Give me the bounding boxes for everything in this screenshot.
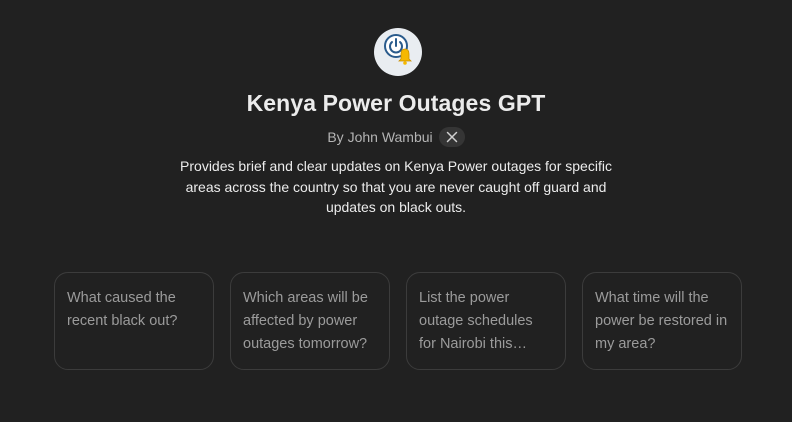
gpt-title: Kenya Power Outages GPT	[246, 90, 546, 116]
gpt-avatar	[374, 28, 422, 76]
author-byline: By John Wambui	[0, 127, 792, 147]
starter-card-affected-areas[interactable]: Which areas will be affected by power ou…	[230, 272, 390, 370]
starter-card-label: Which areas will be affected by power ou…	[243, 290, 368, 352]
power-bell-icon	[384, 34, 412, 65]
starter-card-label: List the power outage schedules for Nair…	[419, 290, 533, 352]
gpt-intro-page: Kenya Power Outages GPT By John Wambui P…	[0, 0, 792, 422]
x-profile-link[interactable]	[438, 127, 465, 147]
author-name: By John Wambui	[327, 129, 433, 145]
starter-card-label: What time will the power be restored in …	[595, 290, 728, 352]
gpt-description: Provides brief and clear updates on Keny…	[180, 158, 612, 215]
starter-card-restore-time[interactable]: What time will the power be restored in …	[582, 272, 742, 370]
x-logo-icon	[446, 131, 457, 143]
starter-card-label: What caused the recent black out?	[67, 290, 178, 329]
starter-card-black-out-cause[interactable]: What caused the recent black out?	[54, 272, 214, 370]
conversation-starters: What caused the recent black out? Which …	[54, 272, 742, 370]
starter-card-nairobi-schedule[interactable]: List the power outage schedules for Nair…	[406, 272, 566, 370]
